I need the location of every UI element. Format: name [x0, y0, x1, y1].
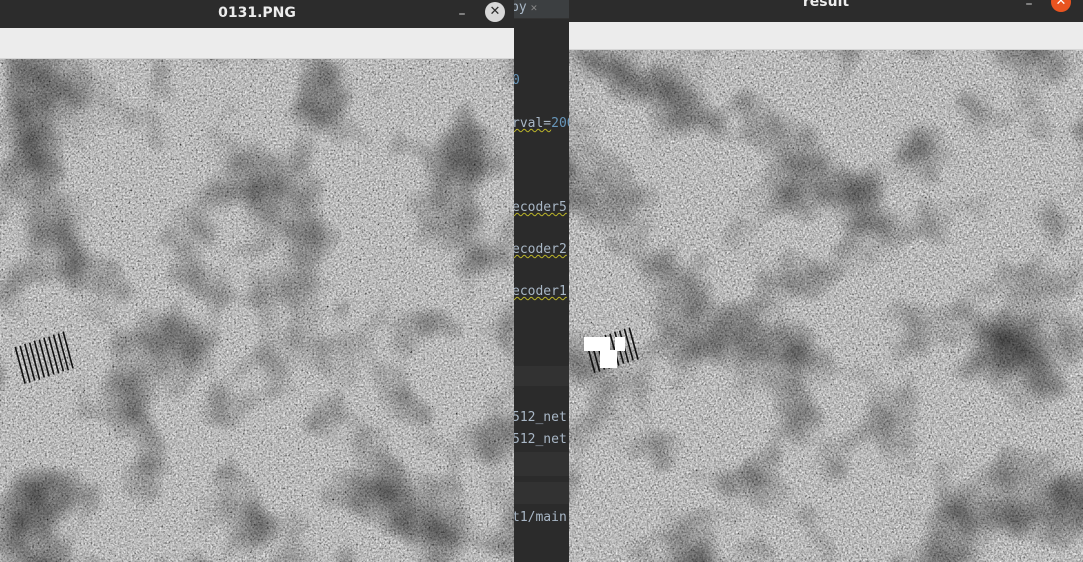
window-toolbar	[569, 22, 1083, 50]
editor-highlight-band	[505, 482, 575, 504]
image-window-original[interactable]: 0131.PNG – ✕	[0, 0, 514, 562]
minimize-button[interactable]: –	[1018, 0, 1040, 15]
code-token: rval=	[512, 116, 552, 131]
image-view	[0, 59, 514, 562]
editor-highlight-band	[505, 366, 575, 386]
image-view	[569, 50, 1083, 562]
grayscale-noise-image	[569, 50, 1083, 562]
code-editor-background: py ✕ 0 rval=200 ecoder5 ecoder2 ecoder1 5…	[505, 0, 575, 562]
code-line: ecoder1	[512, 284, 567, 299]
window-title: result	[802, 0, 850, 10]
code-line: ecoder5	[512, 200, 567, 215]
code-line: 512_net	[512, 410, 567, 425]
editor-tab-bar: py ✕	[505, 0, 575, 19]
close-icon[interactable]: ✕	[531, 1, 538, 14]
window-titlebar[interactable]: 0131.PNG – ✕	[0, 0, 514, 28]
window-titlebar[interactable]: result – ✕	[569, 0, 1083, 22]
minimize-button[interactable]: –	[451, 3, 473, 25]
code-line: rval=200	[512, 116, 575, 132]
code-line: ecoder2	[512, 242, 567, 257]
grayscale-noise-image	[0, 59, 514, 562]
close-button[interactable]: ✕	[485, 2, 505, 22]
editor-highlight-band	[505, 452, 575, 476]
window-title: 0131.PNG	[218, 5, 296, 21]
close-button[interactable]: ✕	[1051, 0, 1071, 12]
code-line: t1/main	[512, 510, 567, 525]
code-line: 512_net	[512, 432, 567, 447]
window-toolbar	[0, 28, 514, 59]
image-window-result[interactable]: result – ✕	[569, 0, 1083, 562]
editor-tab[interactable]: py ✕	[511, 0, 537, 18]
